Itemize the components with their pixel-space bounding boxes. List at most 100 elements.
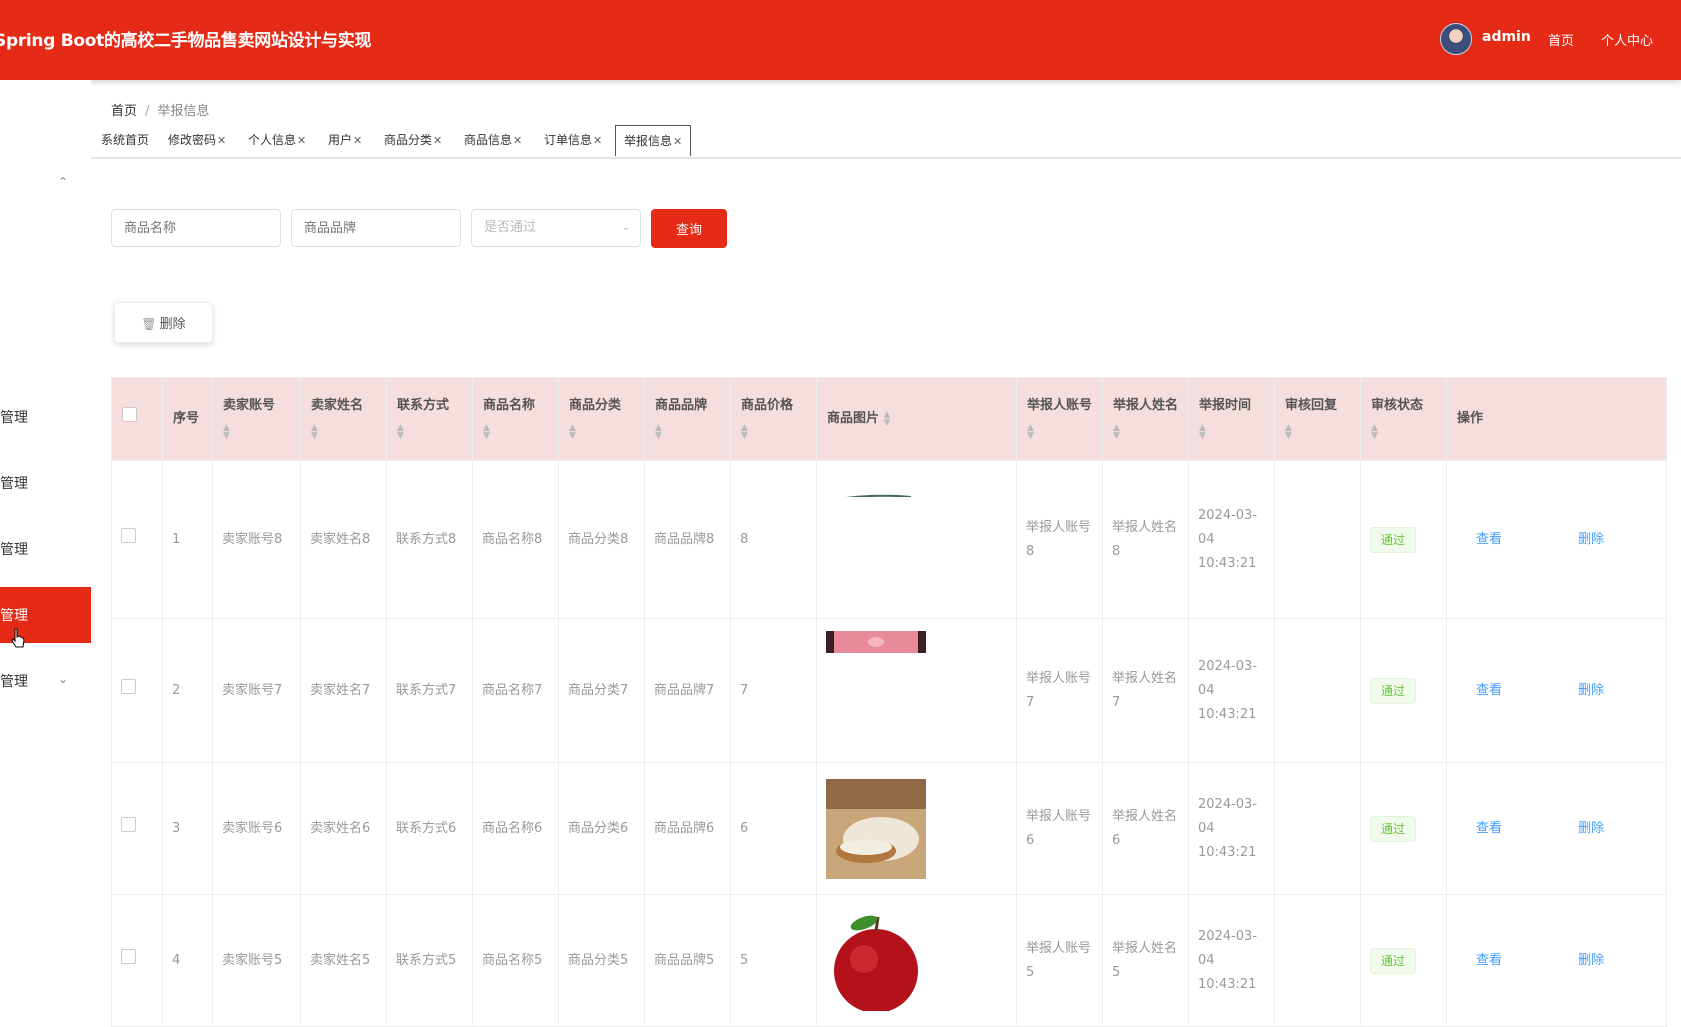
delete-link[interactable]: 删除 <box>1578 953 1604 968</box>
view-link[interactable]: 查看 <box>1476 953 1502 968</box>
row-checkbox[interactable] <box>121 816 136 832</box>
select-all-checkbox[interactable] <box>122 407 137 422</box>
sort-icon[interactable]: ▲ ▼ <box>223 423 230 440</box>
col-audit-reply[interactable]: 审核回复 ▲ ▼ <box>1274 377 1361 461</box>
sort-icon[interactable]: ▲ ▼ <box>569 423 576 440</box>
app-title: Spring Boot的高校二手物品售卖网站设计与实现 <box>0 31 372 51</box>
leaf-image[interactable] <box>826 487 926 497</box>
col-report-time[interactable]: 举报时间 ▲ ▼ <box>1188 377 1275 461</box>
cell-contact: 联系方式5 <box>386 894 473 1027</box>
tab-change-password[interactable]: 修改密码✕ <box>168 125 226 155</box>
sort-icon[interactable]: ▲ ▼ <box>1285 423 1292 440</box>
cell-ops: 查看 删除 <box>1446 894 1667 1027</box>
status-badge: 通过 <box>1370 947 1417 974</box>
tab-goods-info[interactable]: 商品信息✕ <box>464 125 522 155</box>
nav-profile-link[interactable]: 个人中心 <box>1601 30 1653 49</box>
sort-icon[interactable]: ▲ ▼ <box>1027 423 1034 440</box>
tab-goods-category[interactable]: 商品分类✕ <box>384 125 442 155</box>
username[interactable]: admin <box>1482 29 1531 45</box>
sort-icon[interactable]: ▲ ▼ <box>655 423 662 440</box>
cell-seller-name: 卖家姓名8 <box>300 460 387 619</box>
col-ops: 操作 <box>1446 377 1667 461</box>
sort-icon[interactable]: ▲ ▼ <box>397 423 404 440</box>
sort-icon[interactable]: ▲ ▼ <box>1199 423 1206 440</box>
row-checkbox[interactable] <box>121 678 136 694</box>
col-goods-name[interactable]: 商品名称 ▲ ▼ <box>472 377 559 461</box>
sort-icon[interactable]: ▲ ▼ <box>1113 423 1120 440</box>
pass-status-select[interactable]: 是否通过 ⌄ <box>471 209 641 247</box>
sort-icon[interactable]: ▲ ▼ <box>884 410 891 427</box>
sidebar-item-1[interactable]: 管理 <box>0 389 91 445</box>
pink-gift-image[interactable] <box>826 631 926 653</box>
delete-link[interactable]: 删除 <box>1578 683 1604 698</box>
col-goods-category[interactable]: 商品分类 ▲ ▼ <box>558 377 645 461</box>
close-icon[interactable]: ✕ <box>593 134 602 147</box>
col-seller-account[interactable]: 卖家账号 ▲ ▼ <box>212 377 301 461</box>
close-icon[interactable]: ✕ <box>353 134 362 147</box>
goods-name-input[interactable] <box>111 209 281 247</box>
cell-index: 4 <box>162 894 213 1027</box>
sort-icon[interactable]: ▲ ▼ <box>311 423 318 440</box>
col-goods-brand[interactable]: 商品品牌 ▲ ▼ <box>644 377 731 461</box>
nav-home-link[interactable]: 首页 <box>1548 30 1574 49</box>
cell-seller-name: 卖家姓名7 <box>300 618 387 763</box>
tab-label: 订单信息 <box>544 133 593 147</box>
close-icon[interactable]: ✕ <box>433 134 442 147</box>
cell-goods-name: 商品名称8 <box>472 460 559 619</box>
tab-system-home[interactable]: 系统首页 <box>101 125 149 155</box>
sidebar: ⌄ 管理 管理 管理 管理 管理 ⌄ <box>0 80 91 946</box>
sort-icon[interactable]: ▲ ▼ <box>1371 423 1378 440</box>
close-icon[interactable]: ✕ <box>673 135 682 148</box>
sort-icon[interactable]: ▲ ▼ <box>741 423 748 440</box>
col-reporter-name[interactable]: 举报人姓名 ▲ ▼ <box>1102 377 1189 461</box>
col-label: 举报人姓名 <box>1113 398 1179 413</box>
close-icon[interactable]: ✕ <box>513 134 522 147</box>
cell-goods-brand: 商品品牌6 <box>644 762 731 895</box>
col-contact[interactable]: 联系方式 ▲ ▼ <box>386 377 473 461</box>
delete-link[interactable]: 删除 <box>1578 821 1604 836</box>
rice-image[interactable] <box>826 778 926 879</box>
select-all-cell <box>111 377 163 461</box>
cell-audit-status: 通过 <box>1360 618 1447 763</box>
close-icon[interactable]: ✕ <box>297 134 306 147</box>
sidebar-item-5[interactable]: 管理 ⌄ <box>0 653 91 709</box>
view-link[interactable]: 查看 <box>1476 821 1502 836</box>
goods-brand-input[interactable] <box>291 209 461 247</box>
cell-audit-reply <box>1274 894 1361 1027</box>
row-checkbox[interactable] <box>121 527 136 543</box>
close-icon[interactable]: ✕ <box>217 134 226 147</box>
table-row: 4 卖家账号5 卖家姓名5 联系方式5 商品名称5 商品分类5 商品品牌5 5 <box>111 894 1667 1027</box>
col-goods-image[interactable]: 商品图片 ▲ ▼ <box>816 377 1017 461</box>
view-link[interactable]: 查看 <box>1476 532 1502 547</box>
col-reporter-account[interactable]: 举报人账号 ▲ ▼ <box>1016 377 1103 461</box>
sidebar-item-label: 管理 <box>0 608 28 624</box>
tab-personal-info[interactable]: 个人信息✕ <box>248 125 306 155</box>
col-seller-name[interactable]: 卖家姓名 ▲ ▼ <box>300 377 387 461</box>
batch-delete-button[interactable]: 🗑 删除 <box>114 302 213 343</box>
sort-icon[interactable]: ▲ ▼ <box>483 423 490 440</box>
cell-audit-reply <box>1274 762 1361 895</box>
tab-report-info[interactable]: 举报信息✕ <box>615 125 692 156</box>
sidebar-item-2[interactable]: 管理 <box>0 455 91 511</box>
avatar[interactable] <box>1440 23 1472 55</box>
cell-seller-name: 卖家姓名6 <box>300 762 387 895</box>
cell-reporter-name: 举报人姓名5 <box>1102 894 1189 1027</box>
cell-goods-name: 商品名称6 <box>472 762 559 895</box>
tab-users[interactable]: 用户✕ <box>328 125 362 155</box>
cell-goods-category: 商品分类6 <box>558 762 645 895</box>
delete-link[interactable]: 删除 <box>1578 532 1604 547</box>
row-checkbox[interactable] <box>121 948 136 964</box>
sidebar-item-3[interactable]: 管理 <box>0 521 91 577</box>
view-link[interactable]: 查看 <box>1476 683 1502 698</box>
table-header-row: 序号 卖家账号 ▲ ▼ 卖家姓名 ▲ ▼ 联系方式 ▲ ▼ 商品名称 ▲ ▼ 商品分类 ▲ ▼ 商品… <box>111 377 1667 461</box>
cell-goods-category: 商品分类8 <box>558 460 645 619</box>
col-audit-status[interactable]: 审核状态 ▲ ▼ <box>1360 377 1447 461</box>
cell-contact: 联系方式8 <box>386 460 473 619</box>
tab-order-info[interactable]: 订单信息✕ <box>544 125 602 155</box>
breadcrumb-home[interactable]: 首页 <box>111 104 137 119</box>
query-button[interactable]: 查询 <box>651 209 727 248</box>
col-goods-price[interactable]: 商品价格 ▲ ▼ <box>730 377 817 461</box>
cell-goods-brand: 商品品牌7 <box>644 618 731 763</box>
apple-image[interactable] <box>826 910 926 1011</box>
collapse-chevron-icon[interactable]: ⌄ <box>58 174 68 188</box>
